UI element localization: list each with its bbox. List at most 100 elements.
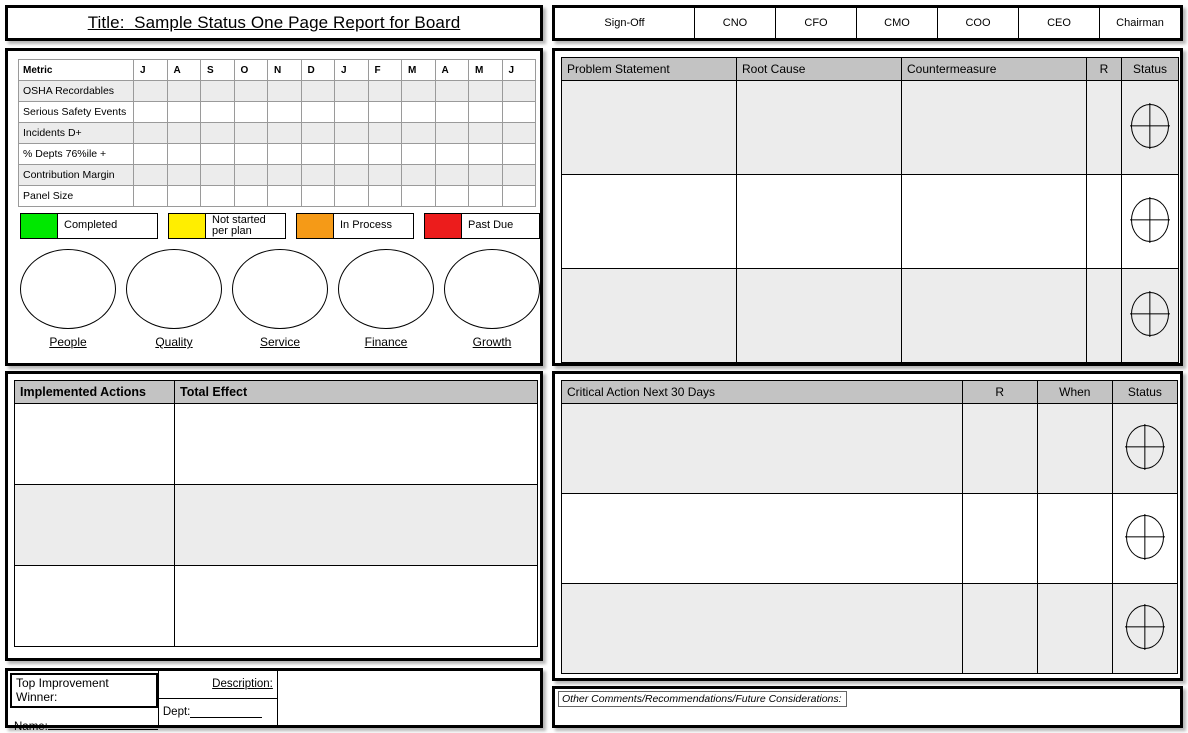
critical-cell-action[interactable] — [561, 403, 963, 494]
problem-cell-countermeasure[interactable] — [901, 174, 1087, 269]
winner-description-entry[interactable] — [277, 671, 540, 725]
metrics-cell[interactable] — [468, 185, 503, 207]
metrics-cell[interactable] — [434, 143, 469, 165]
actions-cell-effect[interactable] — [174, 565, 538, 647]
metrics-cell[interactable] — [367, 164, 402, 186]
problem-cell-status[interactable] — [1121, 80, 1179, 175]
metrics-cell[interactable] — [468, 80, 503, 102]
status-circle-icon[interactable] — [1130, 291, 1170, 337]
metrics-cell[interactable] — [334, 143, 369, 165]
problem-cell-problem[interactable] — [561, 80, 737, 175]
status-circle-icon[interactable] — [1124, 514, 1165, 560]
metrics-cell[interactable] — [267, 122, 302, 144]
metrics-cell[interactable] — [166, 143, 201, 165]
metrics-cell[interactable] — [468, 101, 503, 123]
signoff-role-cmo[interactable]: CMO — [857, 8, 938, 38]
metrics-cell[interactable] — [133, 185, 168, 207]
metrics-cell[interactable] — [300, 143, 335, 165]
metrics-cell[interactable] — [300, 164, 335, 186]
problem-cell-root_cause[interactable] — [736, 80, 902, 175]
metrics-cell[interactable] — [367, 143, 402, 165]
problem-cell-problem[interactable] — [561, 268, 737, 363]
metrics-cell[interactable] — [367, 185, 402, 207]
metrics-cell[interactable] — [233, 185, 268, 207]
status-circle-icon[interactable] — [1124, 424, 1165, 470]
metrics-cell[interactable] — [434, 164, 469, 186]
winner-name-value[interactable] — [47, 717, 158, 730]
metrics-cell[interactable] — [401, 80, 436, 102]
critical-cell-r[interactable] — [961, 583, 1038, 674]
critical-cell-action[interactable] — [561, 583, 963, 674]
pillar-growth[interactable]: Growth — [442, 249, 542, 349]
metrics-cell[interactable] — [267, 101, 302, 123]
metrics-cell[interactable] — [501, 101, 536, 123]
metrics-cell[interactable] — [233, 122, 268, 144]
metrics-cell[interactable] — [267, 80, 302, 102]
metrics-cell[interactable] — [401, 143, 436, 165]
metrics-cell[interactable] — [468, 164, 503, 186]
problem-cell-root_cause[interactable] — [736, 174, 902, 269]
actions-cell-effect[interactable] — [174, 484, 538, 566]
metrics-cell[interactable] — [367, 101, 402, 123]
critical-cell-when[interactable] — [1036, 583, 1113, 674]
metrics-cell[interactable] — [300, 122, 335, 144]
actions-cell-effect[interactable] — [174, 403, 538, 485]
metrics-cell[interactable] — [501, 80, 536, 102]
signoff-label[interactable]: Sign-Off — [555, 8, 695, 38]
metrics-cell[interactable] — [267, 185, 302, 207]
metrics-cell[interactable] — [133, 122, 168, 144]
problem-cell-countermeasure[interactable] — [901, 80, 1087, 175]
actions-cell-action[interactable] — [14, 403, 175, 485]
winner-dept-field[interactable]: Dept: — [159, 699, 277, 726]
critical-cell-r[interactable] — [961, 493, 1038, 584]
metrics-cell[interactable] — [501, 143, 536, 165]
metrics-cell[interactable] — [200, 185, 235, 207]
metrics-cell[interactable] — [501, 122, 536, 144]
problem-cell-status[interactable] — [1121, 174, 1179, 269]
metrics-cell[interactable] — [434, 185, 469, 207]
metrics-cell[interactable] — [233, 80, 268, 102]
metrics-cell[interactable] — [468, 122, 503, 144]
problem-cell-status[interactable] — [1121, 268, 1179, 363]
metrics-cell[interactable] — [334, 122, 369, 144]
metrics-cell[interactable] — [501, 164, 536, 186]
winner-name-field[interactable]: Name: — [14, 717, 158, 733]
pillar-people[interactable]: People — [18, 249, 118, 349]
winner-dept-value[interactable] — [190, 705, 263, 719]
metrics-cell[interactable] — [233, 164, 268, 186]
pillar-service[interactable]: Service — [230, 249, 330, 349]
metrics-cell[interactable] — [200, 122, 235, 144]
signoff-role-cno[interactable]: CNO — [695, 8, 776, 38]
status-circle-icon[interactable] — [1124, 604, 1165, 650]
status-circle-icon[interactable] — [1130, 103, 1170, 149]
actions-cell-action[interactable] — [14, 484, 175, 566]
signoff-role-ceo[interactable]: CEO — [1019, 8, 1100, 38]
pillar-finance[interactable]: Finance — [336, 249, 436, 349]
metrics-cell[interactable] — [267, 164, 302, 186]
metrics-cell[interactable] — [233, 143, 268, 165]
metrics-cell[interactable] — [401, 164, 436, 186]
winner-description-field[interactable]: Description: — [158, 671, 277, 699]
metrics-cell[interactable] — [334, 164, 369, 186]
metrics-cell[interactable] — [434, 80, 469, 102]
critical-cell-when[interactable] — [1036, 493, 1113, 584]
metrics-cell[interactable] — [133, 101, 168, 123]
metrics-cell[interactable] — [401, 101, 436, 123]
critical-cell-status[interactable] — [1111, 403, 1179, 494]
metrics-cell[interactable] — [401, 122, 436, 144]
critical-cell-r[interactable] — [961, 403, 1038, 494]
metrics-cell[interactable] — [334, 101, 369, 123]
metrics-cell[interactable] — [166, 101, 201, 123]
metrics-cell[interactable] — [401, 185, 436, 207]
critical-cell-status[interactable] — [1111, 583, 1179, 674]
metrics-cell[interactable] — [200, 164, 235, 186]
metrics-cell[interactable] — [367, 122, 402, 144]
metrics-cell[interactable] — [133, 143, 168, 165]
problem-cell-root_cause[interactable] — [736, 268, 902, 363]
problem-cell-problem[interactable] — [561, 174, 737, 269]
problem-cell-countermeasure[interactable] — [901, 268, 1087, 363]
metrics-cell[interactable] — [166, 80, 201, 102]
metrics-cell[interactable] — [166, 164, 201, 186]
signoff-role-chairman[interactable]: Chairman — [1100, 8, 1180, 38]
metrics-cell[interactable] — [200, 143, 235, 165]
